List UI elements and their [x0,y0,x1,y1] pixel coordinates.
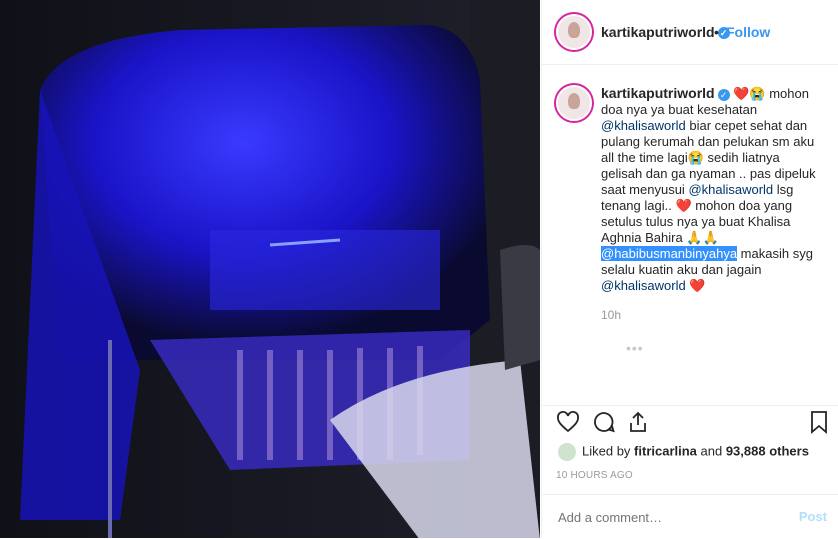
cry-emoji: 😭 [687,150,704,165]
comment-input[interactable] [556,509,760,526]
avatar[interactable] [556,14,592,50]
heart-emoji: ❤️ [733,86,750,101]
liker-avatar[interactable] [558,443,576,461]
post-timestamp[interactable]: 10 HOURS AGO [556,470,633,481]
heart-emoji: ❤️ [689,278,706,293]
caption-text: kartikaputriworld ✓ ❤️😭 mohon doa nya ya … [601,85,823,294]
comment-icon[interactable] [592,410,616,434]
post-comment-button[interactable]: Post [799,509,827,524]
likes-summary: Liked by fitricarlina and 93,888 others [558,443,809,461]
verified-icon: ✓ [717,88,730,101]
post-details-panel: kartikaputriworld ✓ • Follow kartikaputri… [541,0,838,538]
share-icon[interactable] [626,410,650,434]
post-header: kartikaputriworld ✓ • Follow [542,0,838,65]
mention-link[interactable]: @khalisaworld [688,182,773,197]
mention-link[interactable]: @khalisaworld [601,118,686,133]
cry-emoji: 😭 [749,86,766,101]
liker-username[interactable]: fitricarlina [634,443,697,458]
likes-count[interactable]: 93,888 others [726,443,809,458]
follow-button[interactable]: Follow [726,24,770,40]
likes-middle: and [696,443,726,459]
heart-emoji: ❤️ [675,198,692,213]
caption-area: kartikaputriworld ✓ ❤️😭 mohon doa nya ya … [542,65,838,405]
caption-username[interactable]: kartikaputriworld [601,85,715,101]
more-options-icon[interactable]: ••• [626,340,644,356]
post-photo[interactable] [0,0,540,538]
bookmark-icon[interactable] [807,410,831,434]
like-heart-icon[interactable] [556,410,580,434]
caption-avatar[interactable] [556,85,592,121]
separator-dot: • [714,24,719,40]
likes-prefix: Liked by [582,443,635,459]
username-link[interactable]: kartikaputriworld ✓ [601,24,730,40]
username-text[interactable]: kartikaputriworld [601,24,715,40]
pray-emoji: 🙏🙏 [686,230,719,245]
add-comment-bar: Post [542,494,838,539]
action-bar [542,405,838,438]
caption-time: 10h [601,308,622,322]
mention-link-selected[interactable]: @habibusmanbinyahya [601,246,738,261]
mention-link[interactable]: @khalisaworld [601,278,686,293]
incubator-photo [0,0,540,538]
